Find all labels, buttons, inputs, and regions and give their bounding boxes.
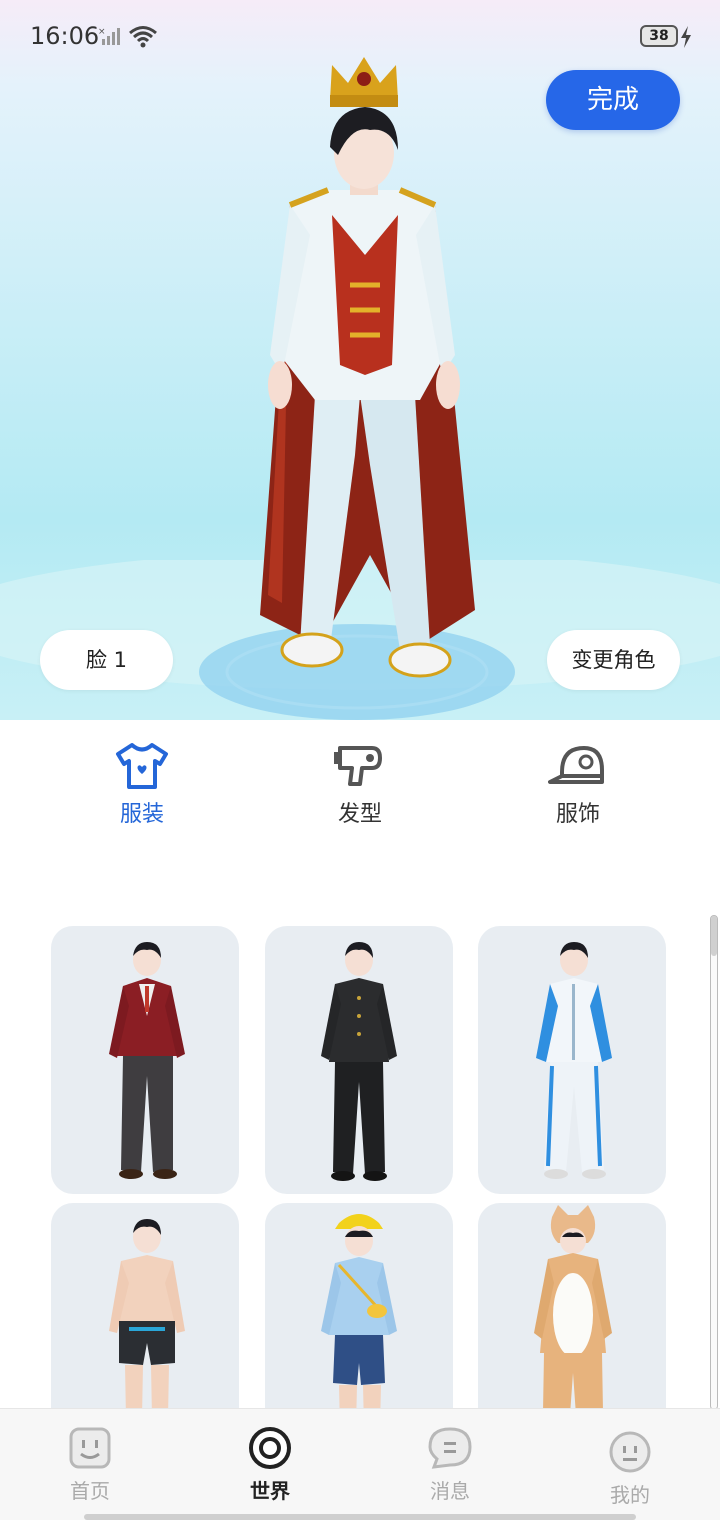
nav-world[interactable]: 世界 [210, 1425, 330, 1504]
tab-clothes[interactable]: 服装 [82, 742, 202, 832]
signal-icon: × [98, 27, 120, 45]
done-button[interactable]: 完成 [546, 70, 680, 130]
tab-accessories[interactable]: 服饰 [518, 742, 638, 832]
outfit-swimwear-figure [109, 1219, 185, 1408]
grid-scrollbar[interactable] [710, 915, 718, 1410]
outfit-card-gakuran[interactable] [265, 926, 453, 1194]
profile-icon [609, 1431, 651, 1473]
character-avatar [260, 57, 475, 678]
hairdryer-icon [334, 746, 382, 786]
face-select-button[interactable]: 脸 1 [40, 630, 173, 690]
character-preview: 16:06 × 38 完成 脸 1 变更角色 [0, 0, 720, 720]
nav-messages-label: 消息 [430, 1479, 470, 1503]
category-tabs: 服装 发型 服饰 [0, 720, 720, 830]
outfit-card-cat-costume[interactable] [478, 1203, 666, 1408]
nav-world-label: 世界 [250, 1479, 290, 1503]
wifi-icon [129, 26, 157, 48]
outfit-grid [0, 900, 720, 1408]
change-role-button[interactable]: 变更角色 [547, 630, 680, 690]
tab-hairstyle-label: 发型 [337, 802, 382, 827]
outfit-card-tracksuit[interactable] [478, 926, 666, 1194]
battery-indicator: 38 [640, 25, 678, 47]
outfit-cat-figure [534, 1205, 612, 1408]
tab-accessories-label: 服饰 [555, 802, 600, 827]
world-icon [249, 1427, 291, 1469]
nav-home[interactable]: 首页 [30, 1425, 150, 1504]
status-time: 16:06 [30, 22, 100, 50]
tab-clothes-label: 服装 [119, 802, 164, 827]
nav-profile-label: 我的 [610, 1483, 650, 1507]
outfit-tracksuit-figure [536, 942, 612, 1179]
bottom-navigation: 首页 世界 消息 我的 [0, 1408, 720, 1520]
outfit-card-swimwear[interactable] [51, 1203, 239, 1408]
charging-icon [681, 26, 691, 48]
status-bar: 16:06 × 38 [0, 0, 720, 72]
outfit-gakuran-figure [321, 942, 397, 1181]
home-indicator [84, 1514, 636, 1520]
tab-hairstyle[interactable]: 发型 [300, 742, 420, 832]
nav-messages[interactable]: 消息 [390, 1425, 510, 1504]
outfit-blazer-figure [109, 942, 185, 1179]
nav-profile[interactable]: 我的 [570, 1429, 690, 1508]
tshirt-icon [116, 743, 168, 789]
message-icon [428, 1427, 472, 1469]
nav-home-label: 首页 [70, 1479, 110, 1503]
outfit-card-blazer[interactable] [51, 926, 239, 1194]
outfit-card-kindergarten[interactable] [265, 1203, 453, 1408]
grid-scrollbar-thumb[interactable] [711, 916, 717, 956]
cap-icon [548, 746, 604, 784]
svg-text:×: × [98, 27, 106, 37]
home-icon [69, 1427, 111, 1469]
outfit-kindergarten-figure [321, 1214, 397, 1408]
